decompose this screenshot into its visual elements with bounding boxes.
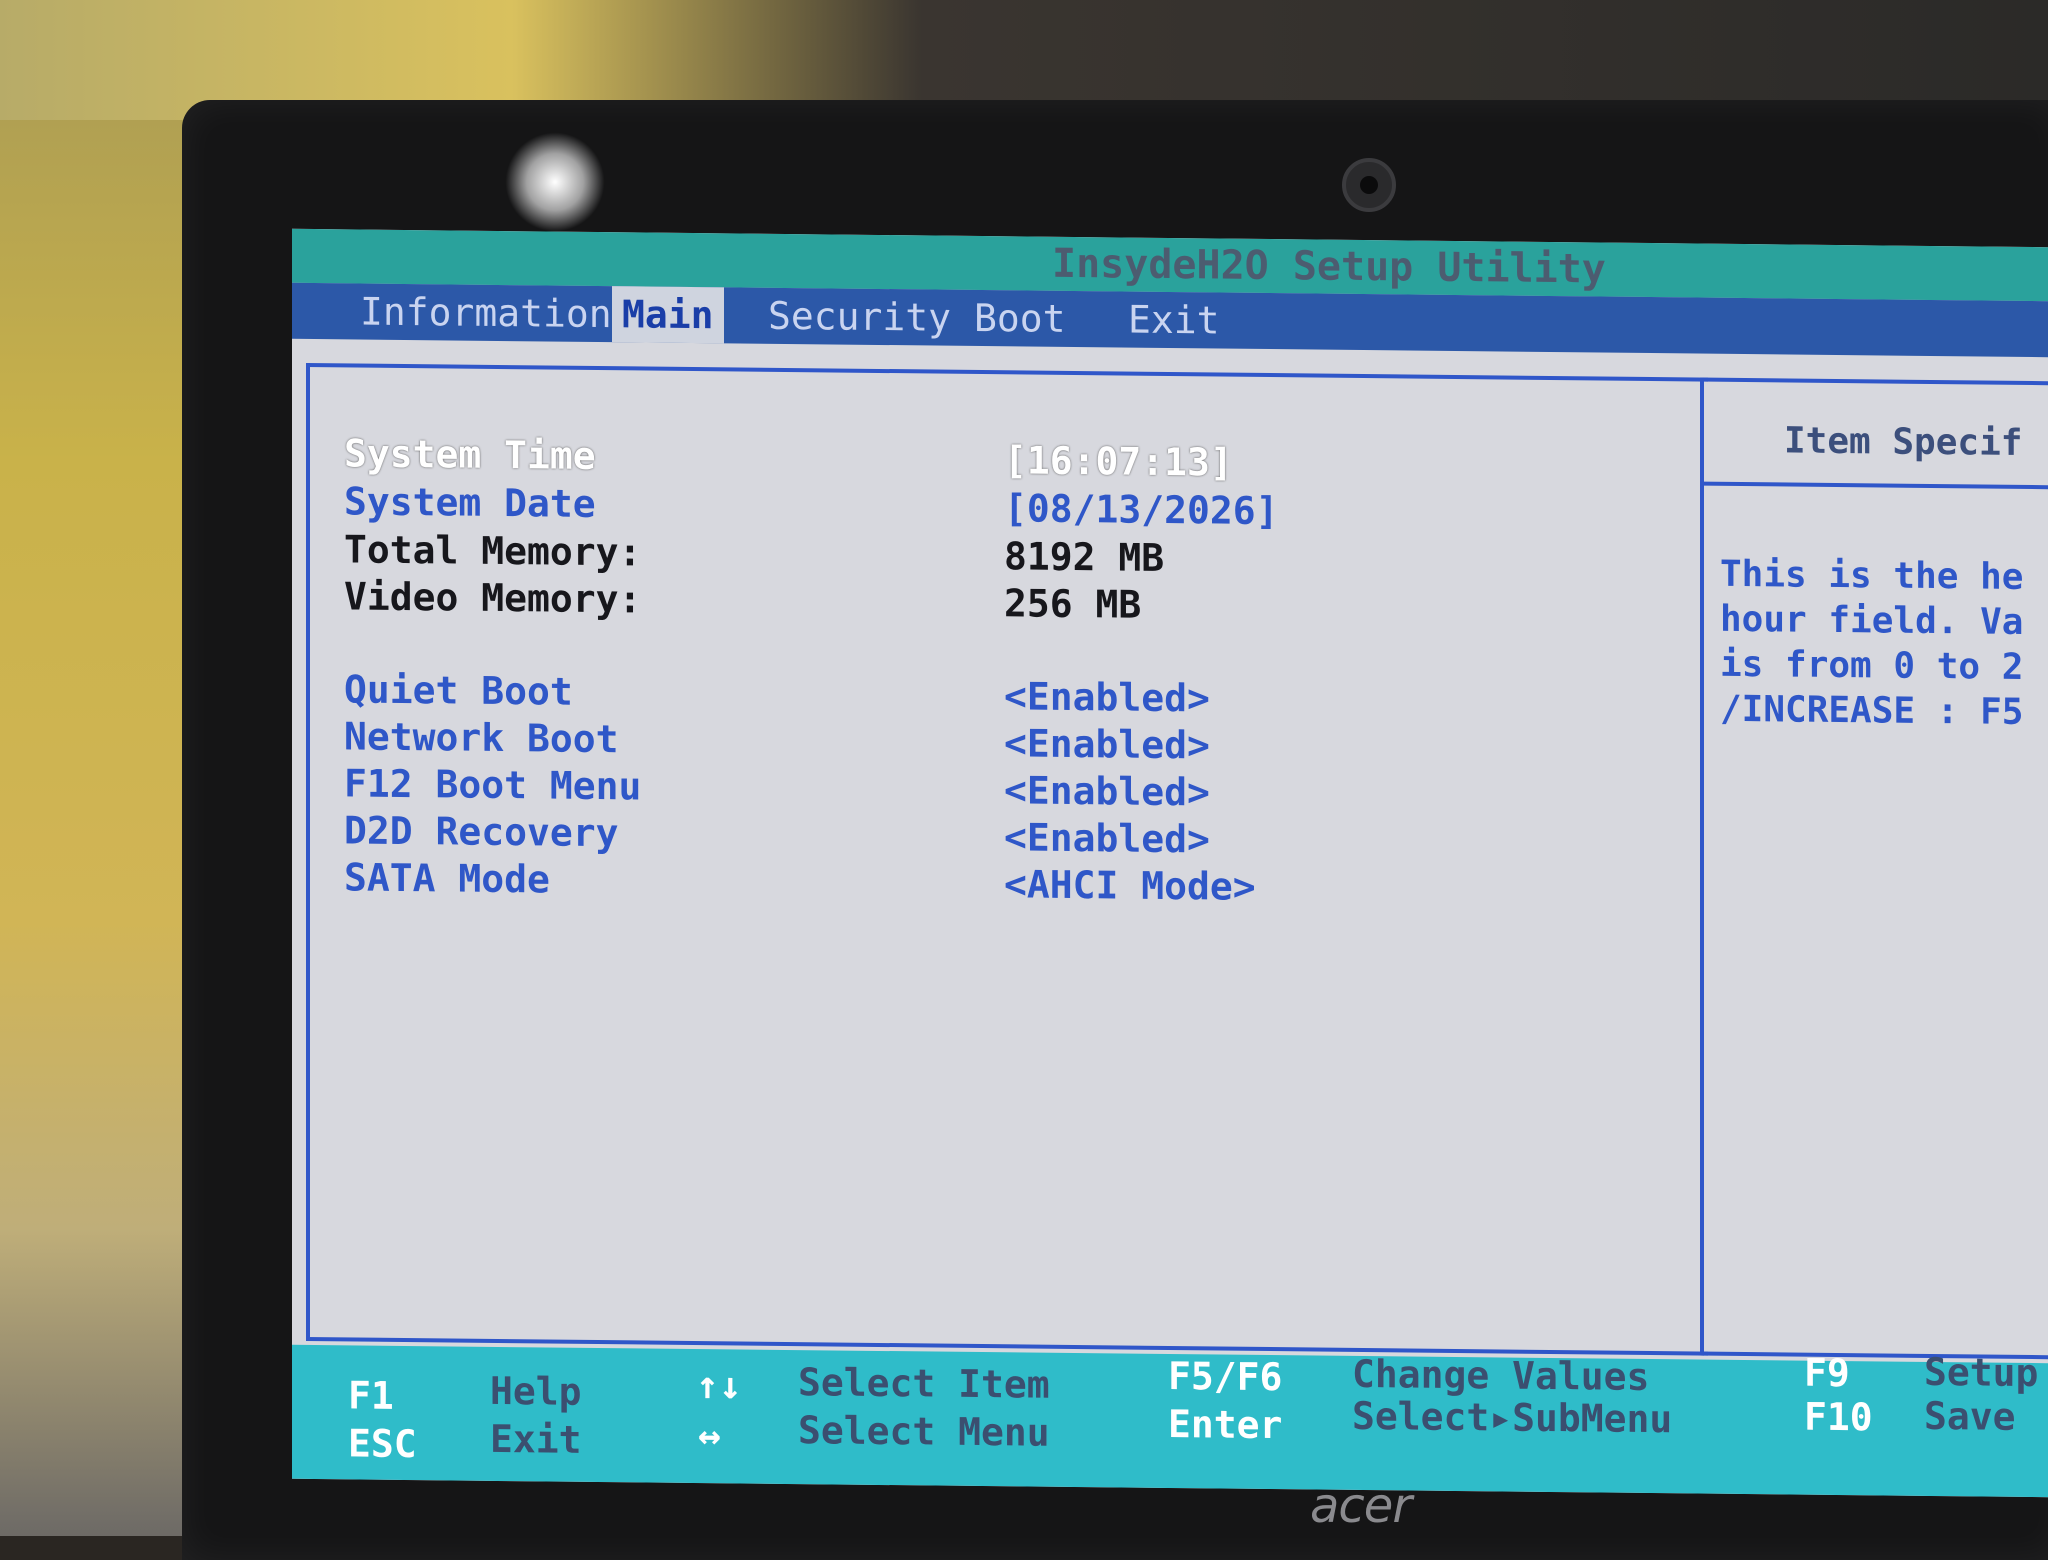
row-f12-boot-menu[interactable]: F12 Boot Menu <Enabled> bbox=[344, 761, 1210, 814]
system-time-label: System Time bbox=[344, 431, 596, 478]
light-glare bbox=[505, 132, 605, 232]
main-settings-panel: System Time [16:07:13] System Date [08/1… bbox=[306, 362, 1708, 1356]
video-memory-value: 256 MB bbox=[1004, 581, 1142, 627]
sata-mode-label: SATA Mode bbox=[344, 855, 550, 902]
enter-desc: Select▸SubMenu bbox=[1352, 1393, 1673, 1442]
f10-key: F10 bbox=[1804, 1394, 1873, 1440]
left-right-arrow-icon: ↔ bbox=[698, 1413, 721, 1458]
quiet-boot-label: Quiet Boot bbox=[344, 667, 573, 714]
row-sata-mode[interactable]: SATA Mode <AHCI Mode> bbox=[344, 855, 1256, 909]
system-time-value[interactable]: [16:07:13] bbox=[1004, 438, 1233, 484]
row-system-time[interactable]: System Time [16:07:13] bbox=[344, 431, 1233, 484]
system-date-label: System Date bbox=[344, 479, 596, 526]
help-text: This is the he hour field. Va is from 0 … bbox=[1720, 553, 2024, 733]
tab-boot[interactable]: Boot bbox=[964, 290, 1076, 347]
tab-information[interactable]: Information bbox=[350, 283, 622, 342]
leftright-desc: Select Menu bbox=[798, 1408, 1050, 1455]
f12-boot-menu-label: F12 Boot Menu bbox=[344, 761, 642, 809]
row-quiet-boot[interactable]: Quiet Boot <Enabled> bbox=[344, 667, 1210, 720]
total-memory-value: 8192 MB bbox=[1004, 534, 1165, 580]
tab-main[interactable]: Main bbox=[612, 286, 724, 344]
esc-desc: Exit bbox=[490, 1416, 582, 1462]
key-legend-bar: F1 Help ESC Exit ↑↓ Select Item ↔ Select… bbox=[292, 1344, 2048, 1498]
app-title: InsydeH2O Setup Utility bbox=[1052, 240, 1606, 293]
d2d-recovery-label: D2D Recovery bbox=[344, 808, 619, 856]
up-down-arrow-icon: ↑↓ bbox=[696, 1363, 742, 1408]
help-title: Item Specif bbox=[1784, 420, 2023, 464]
f1-key: F1 bbox=[348, 1373, 394, 1418]
f9-key: F9 bbox=[1804, 1350, 1850, 1396]
row-d2d-recovery[interactable]: D2D Recovery <Enabled> bbox=[344, 808, 1210, 861]
tab-exit[interactable]: Exit bbox=[1118, 291, 1230, 348]
system-date-value[interactable]: [08/13/2026] bbox=[1004, 486, 1279, 533]
row-video-memory: Video Memory: 256 MB bbox=[344, 574, 1141, 626]
bios-screen: InsydeH2O Setup Utility Information Main… bbox=[292, 228, 2048, 1498]
f10-desc: Save bbox=[1924, 1393, 2016, 1439]
total-memory-label: Total Memory: bbox=[344, 527, 642, 575]
d2d-recovery-value[interactable]: <Enabled> bbox=[1004, 815, 1210, 861]
esc-key: ESC bbox=[348, 1421, 417, 1467]
f12-boot-menu-value[interactable]: <Enabled> bbox=[1004, 768, 1210, 814]
f5f6-key: F5/F6 bbox=[1168, 1353, 1283, 1400]
network-boot-value[interactable]: <Enabled> bbox=[1004, 721, 1210, 767]
tab-security[interactable]: Security bbox=[758, 288, 961, 346]
quiet-boot-value[interactable]: <Enabled> bbox=[1004, 674, 1210, 720]
row-system-date[interactable]: System Date [08/13/2026] bbox=[344, 479, 1279, 533]
f9-desc: Setup bbox=[1924, 1349, 2039, 1396]
enter-key: Enter bbox=[1168, 1401, 1283, 1448]
acer-logo: acer bbox=[1310, 1478, 1412, 1534]
f5f6-desc: Change Values bbox=[1352, 1351, 1650, 1400]
item-help-panel: Item Specif This is the he hour field. V… bbox=[1700, 377, 2048, 1360]
network-boot-label: Network Boot bbox=[344, 714, 619, 762]
video-memory-label: Video Memory: bbox=[344, 574, 642, 622]
background-wall bbox=[0, 0, 200, 1536]
f1-desc: Help bbox=[490, 1368, 582, 1414]
webcam-icon bbox=[1342, 158, 1396, 212]
row-total-memory: Total Memory: 8192 MB bbox=[344, 527, 1164, 580]
row-network-boot[interactable]: Network Boot <Enabled> bbox=[344, 714, 1210, 767]
updown-desc: Select Item bbox=[798, 1360, 1050, 1407]
sata-mode-value[interactable]: <AHCI Mode> bbox=[1004, 862, 1256, 909]
help-divider bbox=[1704, 481, 2048, 490]
